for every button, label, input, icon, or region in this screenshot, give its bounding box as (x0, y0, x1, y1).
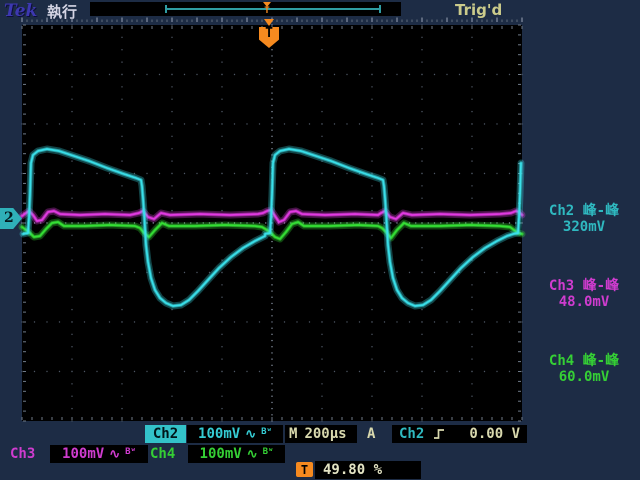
measurement-ch2-label: Ch2 峰-峰 (528, 203, 640, 219)
ch3-scale-value: 100mV (62, 446, 104, 462)
measurement-ch4-label: Ch4 峰-峰 (528, 353, 640, 369)
trigger-position-t-icon: T (296, 462, 313, 477)
timebase-label: M (289, 426, 297, 442)
ch2-scale-readout: 100mV ∿ Bʷ (187, 425, 283, 443)
bandwidth-limit-icon: Bʷ (263, 445, 274, 459)
trigger-position-readout: 49.80 % (315, 461, 421, 479)
ch4-scale-value: 100mV (200, 446, 242, 462)
measurement-ch3-value: 48.0mV (528, 294, 640, 310)
trigger-level: 0.00 V (469, 426, 520, 442)
trigger-readout: Ch2 0.00 V (392, 425, 527, 443)
ch4-scale-readout: 100mV ∿ Bʷ (188, 445, 285, 463)
bandwidth-limit-icon: Bʷ (261, 425, 272, 439)
measurement-ch4-value: 60.0mV (528, 369, 640, 385)
trigger-t-icon: T (259, 27, 279, 48)
bandwidth-limit-icon: Bʷ (125, 445, 136, 459)
rising-edge-icon (433, 427, 445, 441)
measurement-ch2: Ch2 峰-峰 320mV (528, 203, 640, 235)
measurement-ch4: Ch4 峰-峰 60.0mV (528, 353, 640, 385)
measurement-ch3: Ch3 峰-峰 48.0mV (528, 278, 640, 310)
triangle-down-icon (264, 19, 274, 26)
trigger-source: Ch2 (399, 426, 424, 442)
timebase-readout: M 200µs (285, 425, 357, 443)
ac-coupling-icon: ∿ (245, 427, 256, 442)
graticule-plot (0, 0, 640, 480)
measurement-ch2-value: 320mV (528, 219, 640, 235)
measurement-ch3-label: Ch3 峰-峰 (528, 278, 640, 294)
ch4-badge: Ch4 (150, 445, 175, 463)
ch2-badge: Ch2 (145, 425, 186, 443)
ch3-badge: Ch3 (10, 445, 35, 463)
ch3-scale-readout: 100mV ∿ Bʷ (50, 445, 148, 463)
trigger-mode-label: A (367, 425, 375, 443)
ac-coupling-icon: ∿ (247, 447, 258, 462)
ch2-scale-value: 100mV (198, 426, 240, 442)
ac-coupling-icon: ∿ (109, 447, 120, 462)
oscilloscope-screen: Tek 執行 T Trig'd T 2 Ch2 峰-峰 320mV Ch3 峰-… (0, 0, 640, 480)
timebase-value: 200µs (304, 426, 346, 442)
trigger-position-flag: T (259, 19, 279, 48)
